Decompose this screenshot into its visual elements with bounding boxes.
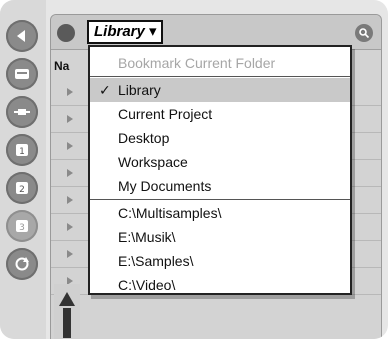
bookmark-current-folder-item[interactable]: Bookmark Current Folder (90, 51, 350, 75)
column-header-name[interactable]: Na (51, 55, 88, 77)
menu-item-my-documents[interactable]: My Documents (90, 174, 350, 198)
checkmark-icon: ✓ (99, 82, 111, 98)
expand-icon[interactable] (67, 169, 73, 177)
plugin-icon[interactable] (6, 96, 38, 128)
expand-icon[interactable] (67, 142, 73, 150)
svg-text:3: 3 (19, 223, 25, 233)
menu-item-desktop[interactable]: Desktop (90, 126, 350, 150)
location-chooser-button[interactable]: Library ▾ (87, 20, 163, 44)
disk-icon[interactable] (6, 58, 38, 90)
search-icon[interactable] (355, 24, 373, 42)
menu-item-workspace[interactable]: Workspace (90, 150, 350, 174)
menu-item-current-project[interactable]: Current Project (90, 102, 350, 126)
back-icon[interactable] (6, 20, 38, 52)
scroll-handle[interactable] (54, 284, 80, 339)
menu-item-label: Library (118, 82, 161, 98)
svg-text:1: 1 (19, 147, 25, 157)
menu-separator (90, 199, 350, 200)
place-3-icon[interactable]: 3 (6, 210, 38, 242)
expand-icon[interactable] (67, 250, 73, 258)
menu-item-bookmark[interactable]: E:\Musik\ (90, 225, 350, 249)
refresh-icon[interactable] (6, 248, 38, 280)
place-2-icon[interactable]: 2 (6, 172, 38, 204)
menu-item-bookmark[interactable]: E:\Samples\ (90, 249, 350, 273)
browser-sidebar: 1 2 3 (0, 0, 46, 339)
location-menu: Bookmark Current Folder ✓ Library Curren… (88, 45, 352, 295)
expand-icon[interactable] (67, 115, 73, 123)
headphones-icon[interactable] (57, 24, 75, 42)
expand-icon[interactable] (67, 88, 73, 96)
menu-item-library[interactable]: ✓ Library (90, 78, 350, 102)
expand-icon[interactable] (67, 223, 73, 231)
svg-text:2: 2 (19, 185, 25, 195)
browser-window: 1 2 3 Library ▾ Na Bookmark Current Fold… (0, 0, 388, 339)
menu-separator (90, 76, 350, 77)
menu-item-bookmark[interactable]: C:\Multisamples\ (90, 201, 350, 225)
expand-icon[interactable] (67, 196, 73, 204)
menu-item-bookmark[interactable]: C:\Video\ (90, 273, 350, 297)
place-1-icon[interactable]: 1 (6, 134, 38, 166)
